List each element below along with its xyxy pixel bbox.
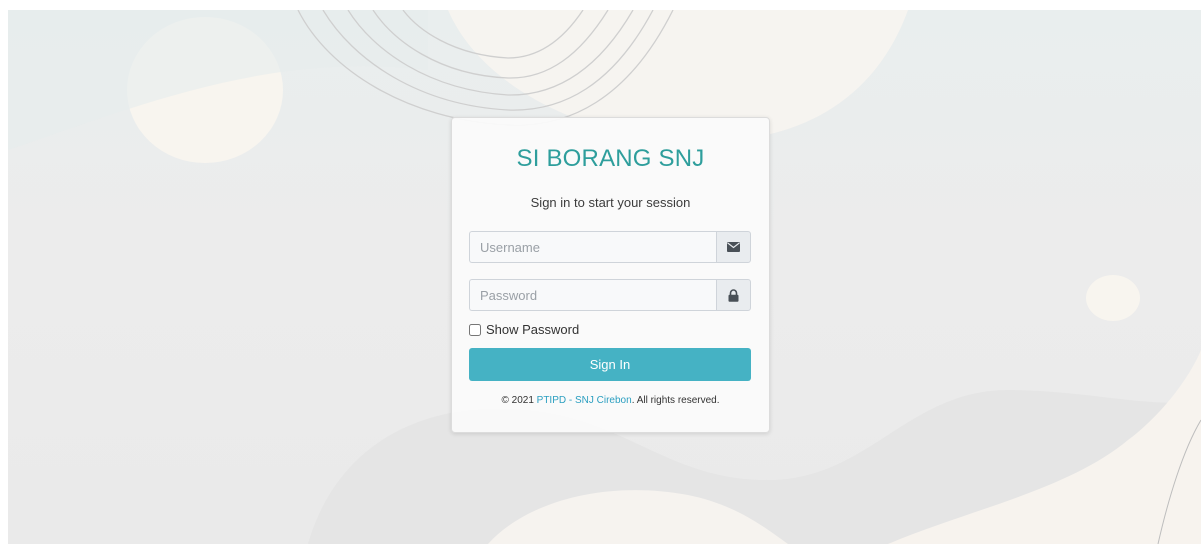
copyright-footer: © 2021 PTIPD - SNJ Cirebon. All rights r… bbox=[452, 395, 769, 406]
password-input[interactable] bbox=[469, 279, 716, 311]
copyright-prefix: © 2021 bbox=[501, 395, 537, 406]
show-password-toggle[interactable]: Show Password bbox=[469, 322, 579, 337]
password-group bbox=[469, 279, 751, 311]
copyright-suffix: . All rights reserved. bbox=[631, 395, 720, 406]
lock-icon bbox=[716, 279, 751, 311]
ptipd-link[interactable]: PTIPD - SNJ Cirebon bbox=[537, 395, 632, 406]
sign-in-button[interactable]: Sign In bbox=[469, 348, 751, 381]
login-subtitle: Sign in to start your session bbox=[530, 195, 691, 210]
login-card: SI BORANG SNJ Sign in to start your sess… bbox=[451, 117, 770, 433]
login-background: SI BORANG SNJ Sign in to start your sess… bbox=[8, 10, 1201, 544]
show-password-label: Show Password bbox=[486, 322, 580, 337]
envelope-icon bbox=[716, 231, 751, 263]
show-password-checkbox[interactable] bbox=[469, 323, 481, 336]
username-input[interactable] bbox=[469, 231, 716, 263]
app-title: SI BORANG SNJ bbox=[516, 145, 705, 172]
username-group bbox=[469, 231, 751, 263]
